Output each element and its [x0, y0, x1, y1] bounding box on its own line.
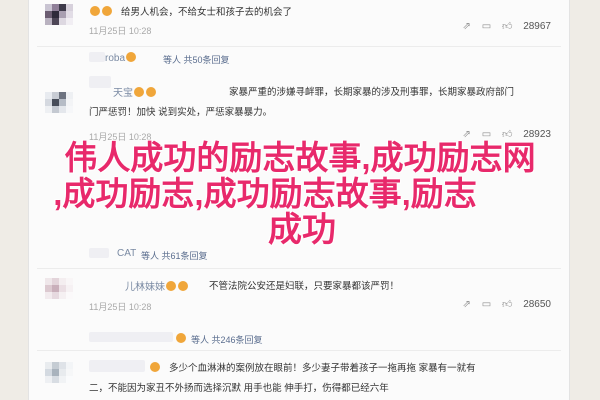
comment-icon[interactable]: ▭	[482, 299, 491, 310]
like-icon[interactable]: 👍︎	[502, 298, 512, 310]
share-icon[interactable]: ⇗	[463, 129, 471, 140]
comment-date: 11月25日 10:28	[89, 132, 152, 142]
comment-item: 多少个血淋淋的案例放在眼前！多少妻子带着孩子一拖再拖 家暴有一就有 二，不能因为…	[29, 352, 569, 400]
comment-item: 给男人机会，不给女士和孩子去的机会了 11月25日 10:28 ⇗ ▭ 👍︎ 2…	[29, 0, 569, 48]
comment-text-cont: 二，不能因为家丑不外扬而选择沉默 用手也能 伸手打，伤得都已经六年	[89, 383, 389, 394]
comment-panel: 给男人机会，不给女士和孩子去的机会了 11月25日 10:28 ⇗ ▭ 👍︎ 2…	[28, 0, 570, 400]
share-icon[interactable]: ⇗	[463, 299, 471, 310]
comment-item: 天宝 家暴严重的涉嫌寻衅罪，长期家暴的涉及刑事罪，长期家暴政府部门 门严惩罚！加…	[29, 74, 569, 150]
vip-badge-icon	[150, 362, 160, 372]
avatar[interactable]	[45, 362, 73, 388]
reply-count[interactable]: 等人 共246条回复	[191, 333, 263, 346]
comment-actions: ⇗ ▭ 👍︎ 28650	[455, 298, 551, 310]
blurred-name	[89, 52, 105, 62]
comment-actions: ⇗ ▭ 👍︎ 28967	[455, 20, 551, 32]
vip-badge-icon	[90, 6, 100, 16]
divider	[37, 46, 561, 47]
vip-badge-icon	[134, 87, 144, 97]
reply-count[interactable]: 等人 共61条回复	[141, 249, 208, 262]
avatar[interactable]	[45, 278, 73, 304]
like-count: 28650	[523, 299, 551, 310]
reply-summary[interactable]: roba 等人 共50条回复	[29, 48, 569, 68]
comment-icon[interactable]: ▭	[482, 129, 491, 140]
blurred-name	[89, 360, 145, 372]
member-badge-icon	[178, 281, 188, 291]
username[interactable]	[89, 6, 113, 18]
blurred-name	[89, 248, 109, 258]
like-icon[interactable]: 👍︎	[502, 20, 512, 32]
comment-text: 给男人机会，不给女士和孩子去的机会了	[121, 7, 293, 18]
comment-icon[interactable]: ▭	[482, 21, 491, 32]
reply-summary[interactable]: 等人 共246条回复	[29, 328, 569, 348]
comment-text: 多少个血淋淋的案例放在眼前！多少妻子带着孩子一拖再拖 家暴有一就有	[169, 363, 476, 374]
reply-user[interactable]: CAT	[117, 248, 136, 259]
comment-actions: ⇗ ▭ 👍︎ 28923	[455, 128, 551, 140]
comment-text-cont: 门严惩罚！加快 说到实处，严惩家暴暴力。	[89, 107, 273, 118]
blurred-name	[89, 76, 111, 88]
username[interactable]: 儿林妹妹	[125, 278, 189, 293]
like-count: 28923	[523, 129, 551, 140]
comment-date: 11月25日 10:28	[89, 302, 152, 312]
member-badge-icon	[146, 87, 156, 97]
vip-badge-icon	[166, 281, 176, 291]
vip-badge-icon	[176, 333, 186, 343]
vip-badge-icon	[126, 52, 137, 62]
blurred-name	[89, 332, 173, 342]
like-icon[interactable]: 👍︎	[502, 128, 512, 140]
comment-text: 家暴严重的涉嫌寻衅罪，长期家暴的涉及刑事罪，长期家暴政府部门	[229, 87, 515, 98]
share-icon[interactable]: ⇗	[463, 21, 471, 32]
avatar[interactable]	[45, 4, 73, 30]
like-count: 28967	[523, 21, 551, 32]
comment-item: 儿林妹妹 不管法院公安还是妇联，只要家暴都该严罚！ 11月25日 10:28 ⇗…	[29, 270, 569, 320]
reply-count[interactable]: 等人 共50条回复	[163, 53, 230, 66]
username[interactable]: 天宝	[113, 84, 157, 99]
reply-summary[interactable]: CAT 等人 共61条回复	[29, 244, 569, 264]
comment-text: 不管法院公安还是妇联，只要家暴都该严罚！	[209, 281, 400, 292]
divider	[37, 350, 561, 351]
reply-user[interactable]: roba	[105, 52, 137, 64]
avatar[interactable]	[45, 92, 73, 118]
divider	[37, 268, 561, 269]
member-badge-icon	[102, 6, 112, 16]
comment-date: 11月25日 10:28	[89, 26, 152, 36]
